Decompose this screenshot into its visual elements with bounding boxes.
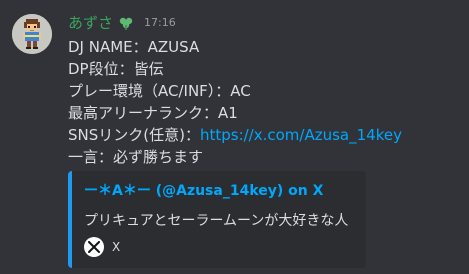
message-line: プレー環境（AC/INF）：AC: [68, 82, 251, 100]
embed-author-link[interactable]: ー＊A＊ー (@Azusa_14key) on X: [84, 182, 323, 200]
message-line: 一言：必ず勝ちます: [68, 148, 204, 166]
embed-footer-text: X: [112, 240, 121, 254]
sns-link-line: SNSリンク(任意)：https://x.com/Azusa_14key: [68, 124, 463, 146]
sns-link-label: SNSリンク(任意)：: [68, 126, 200, 144]
message-line: 最高アリーナランク：A1: [68, 104, 238, 122]
embed-footer: X: [84, 237, 120, 257]
pixel-character-icon: [12, 14, 52, 54]
x-logo-icon: [84, 237, 104, 257]
message-line: DP段位：皆伝: [68, 60, 164, 78]
chat-message: あずさ 17:16 DJ NAME：AZUSA DP段位：皆伝 プレー環境（AC…: [0, 0, 469, 274]
message-line: DJ NAME：AZUSA: [68, 38, 200, 56]
embed-description: プリキュアとセーラームーンが大好きな人: [84, 213, 349, 229]
user-avatar[interactable]: [12, 14, 52, 54]
clover-role-icon: [118, 15, 134, 31]
profile-link[interactable]: https://x.com/Azusa_14key: [200, 126, 402, 144]
message-header: あずさ 17:16: [68, 12, 176, 34]
message-content: DJ NAME：AZUSA DP段位：皆伝 プレー環境（AC/INF）：AC 最…: [68, 36, 463, 168]
link-embed[interactable]: ー＊A＊ー (@Azusa_14key) on X プリキュアとセーラームーンが…: [68, 171, 366, 268]
username[interactable]: あずさ: [68, 12, 113, 34]
message-timestamp: 17:16: [144, 16, 176, 29]
